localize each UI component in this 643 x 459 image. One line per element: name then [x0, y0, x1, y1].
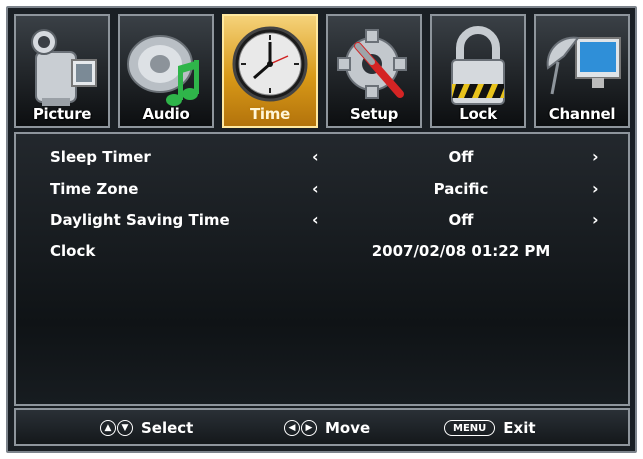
setting-row-clock: Clock 2007/02/08 01:22 PM: [16, 236, 628, 266]
tab-setup[interactable]: Setup: [326, 14, 422, 128]
up-down-keys-icon: ▲ ▼: [100, 420, 133, 436]
hint-select-label: Select: [141, 419, 194, 437]
tv-osd-screen: Picture Audio Time Setup Lock Channel Sl…: [6, 6, 637, 453]
tab-label: Picture: [32, 105, 92, 123]
setting-value: Pacific: [433, 180, 489, 198]
left-arrow-icon[interactable]: ‹: [312, 179, 319, 198]
hint-select: ▲ ▼ Select: [100, 416, 193, 440]
setting-label: Daylight Saving Time: [50, 211, 230, 229]
setting-label: Time Zone: [50, 180, 139, 198]
clock-value: 2007/02/08 01:22 PM: [371, 242, 551, 260]
left-arrow-icon[interactable]: ‹: [312, 210, 319, 229]
right-arrow-icon[interactable]: ›: [592, 147, 599, 166]
left-arrow-icon[interactable]: ‹: [312, 147, 319, 166]
tab-lock[interactable]: Lock: [430, 14, 526, 128]
tab-label: Lock: [459, 105, 497, 123]
tab-label: Setup: [349, 105, 399, 123]
hint-exit-label: Exit: [503, 419, 536, 437]
menu-key-icon: MENU: [444, 420, 496, 436]
key-hint-bar: ▲ ▼ Select ◀ ▶ Move MENU Exit: [14, 408, 630, 446]
setting-row-time-zone[interactable]: Time Zone ‹ Pacific ›: [16, 174, 628, 204]
right-arrow-icon[interactable]: ›: [592, 179, 599, 198]
setting-row-daylight-saving-time[interactable]: Daylight Saving Time ‹ Off ›: [16, 205, 628, 235]
left-right-keys-icon: ◀ ▶: [284, 420, 317, 436]
right-arrow-icon[interactable]: ›: [592, 210, 599, 229]
tab-label: Audio: [142, 105, 190, 123]
time-settings-panel: Sleep Timer ‹ Off › Time Zone ‹ Pacific …: [14, 132, 630, 406]
setting-value: Off: [448, 211, 474, 229]
hint-move-label: Move: [325, 419, 371, 437]
tab-audio[interactable]: Audio: [118, 14, 214, 128]
setting-label: Sleep Timer: [50, 148, 151, 166]
setting-label: Clock: [50, 242, 96, 260]
hint-move: ◀ ▶ Move: [284, 416, 370, 440]
tab-label: Time: [250, 105, 290, 123]
hint-exit: MENU Exit: [444, 416, 536, 440]
tab-channel[interactable]: Channel: [534, 14, 630, 128]
tab-picture[interactable]: Picture: [14, 14, 110, 128]
setting-value: Off: [448, 148, 474, 166]
tab-time[interactable]: Time: [222, 14, 318, 128]
tab-label: Channel: [548, 105, 616, 123]
setting-row-sleep-timer[interactable]: Sleep Timer ‹ Off ›: [16, 142, 628, 172]
menu-tab-bar: Picture Audio Time Setup Lock Channel: [14, 14, 630, 130]
